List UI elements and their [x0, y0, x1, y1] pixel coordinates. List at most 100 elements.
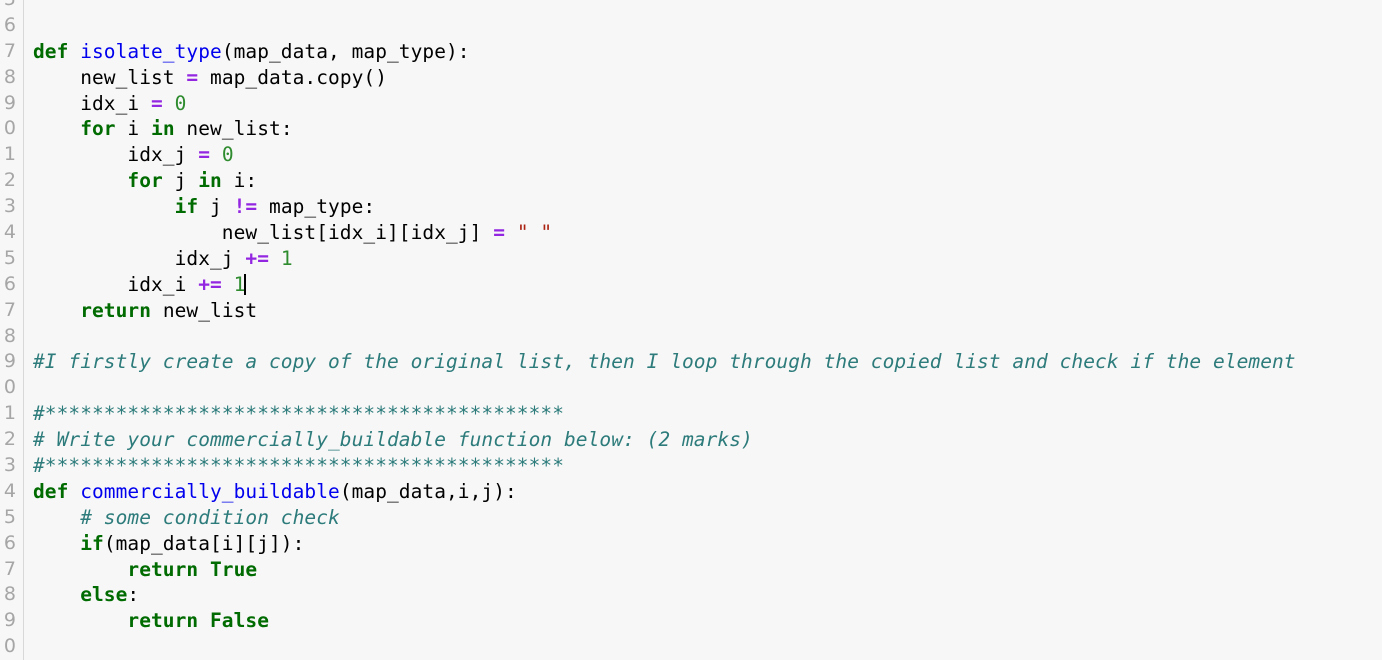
code-line[interactable]: 3 #**************************************… [0, 453, 1382, 479]
code-line[interactable]: 7 return new_list [0, 298, 1382, 324]
code-token-kw: in [198, 169, 222, 193]
code-line[interactable]: 9 idx_i = 0 [0, 91, 1382, 117]
code-token-plain: (map_data[i][j]): [103, 531, 305, 555]
code-token-cmt: # Write your commercially_buildable func… [33, 428, 753, 452]
code-token-num: 0 [174, 91, 187, 115]
code-line[interactable]: 1 #**************************************… [0, 401, 1382, 427]
code-line-text[interactable]: idx_i = 0 [33, 91, 186, 117]
code-editor[interactable]: 5"67def isolate_type(map_data, map_type)… [0, 0, 1382, 660]
code-line[interactable]: 3 if j != map_type: [0, 194, 1382, 220]
line-number: 2 [3, 428, 16, 451]
line-number: 0 [3, 376, 16, 399]
code-token-plain: : [127, 583, 140, 607]
code-line[interactable]: 5 # some condition check [0, 505, 1382, 531]
code-token-kw: for [80, 117, 116, 141]
line-number: 4 [3, 479, 16, 502]
line-number: 6 [3, 272, 16, 295]
code-line-text[interactable]: return False [33, 608, 269, 634]
code-line-text[interactable]: " [33, 0, 45, 13]
line-number: 8 [3, 65, 16, 88]
code-token-plain: idx_j [33, 246, 246, 270]
code-line[interactable]: 5 idx_j += 1 [0, 246, 1382, 272]
code-line[interactable]: 2 for j in i: [0, 168, 1382, 194]
code-token-plain: j [198, 195, 234, 219]
code-line[interactable]: 7 def isolate_type(map_data, map_type): [0, 39, 1382, 65]
code-line-text[interactable]: if j != map_type: [33, 194, 376, 220]
line-number: 0 [3, 635, 16, 658]
code-line-text[interactable]: def isolate_type(map_data, map_type): [33, 39, 470, 65]
line-number: 0 [3, 117, 16, 140]
code-token-kw: if [80, 531, 104, 555]
code-line-text[interactable]: else: [33, 582, 139, 608]
code-line[interactable]: 5" [0, 0, 1382, 13]
code-line[interactable]: 4 def commercially_buildable(map_data,i,j… [0, 479, 1382, 505]
code-token-op: != [233, 195, 258, 219]
line-number: 3 [3, 454, 16, 477]
code-token-kw: def [33, 39, 81, 63]
code-text-area[interactable]: 5"67def isolate_type(map_data, map_type)… [0, 0, 1382, 660]
code-token-op: = [493, 221, 506, 245]
code-line-text[interactable]: for j in i: [33, 168, 257, 194]
code-line-text[interactable]: new_list = map_data.copy() [33, 65, 387, 91]
code-line-text[interactable]: #I firstly create a copy of the original… [33, 349, 1296, 375]
code-token-kw: return False [127, 609, 270, 633]
code-token-plain: idx_i [33, 272, 199, 296]
code-line-text[interactable]: return True [33, 557, 257, 583]
code-token-kw: else [80, 583, 128, 607]
code-line[interactable]: 0 [0, 634, 1382, 660]
code-line[interactable]: 6 idx_i += 1 [0, 272, 1382, 298]
code-line[interactable]: 0 [0, 375, 1382, 401]
code-line[interactable]: 6 if(map_data[i][j]): [0, 531, 1382, 557]
code-line-text[interactable]: idx_i += 1 [33, 272, 247, 298]
code-line-text[interactable]: # Write your commercially_buildable func… [33, 427, 753, 453]
code-token-plain: map_data.copy() [198, 65, 388, 89]
code-line[interactable]: 6 [0, 13, 1382, 39]
line-number: 9 [3, 609, 16, 632]
code-token-plain: new_list [33, 65, 187, 89]
code-line[interactable]: 8 else: [0, 582, 1382, 608]
code-line-text[interactable]: idx_j += 1 [33, 246, 293, 272]
line-number: 5 [0, 0, 16, 13]
code-token-kw: return True [127, 557, 258, 581]
code-line[interactable]: 1 idx_j = 0 [0, 142, 1382, 168]
code-line-text[interactable]: for i in new_list: [33, 116, 293, 142]
code-line-text[interactable]: #***************************************… [33, 453, 564, 479]
code-line-text[interactable]: # some condition check [33, 505, 340, 531]
code-line[interactable]: 8 new_list = map_data.copy() [0, 65, 1382, 91]
code-line-text[interactable]: idx_j = 0 [33, 142, 234, 168]
code-line-text[interactable]: def commercially_buildable(map_data,i,j)… [33, 479, 517, 505]
code-line[interactable]: 9 #I firstly create a copy of the origina… [0, 349, 1382, 375]
code-token-kw: return [80, 298, 152, 322]
code-token-cmt: # some condition check [80, 505, 340, 529]
line-number: 5 [3, 246, 16, 269]
text-caret [244, 273, 247, 295]
code-token-plain: i [115, 117, 152, 141]
line-number: 3 [3, 195, 16, 218]
code-line[interactable]: 2 # Write your commercially_buildable fun… [0, 427, 1382, 453]
line-number: 5 [3, 505, 16, 528]
code-token-plain: new_list: [174, 117, 293, 141]
code-line[interactable]: 0 for i in new_list: [0, 116, 1382, 142]
code-line[interactable]: 7 return True [0, 557, 1382, 583]
code-line[interactable]: 8 [0, 324, 1382, 350]
code-line-text[interactable]: #***************************************… [33, 401, 564, 427]
code-line[interactable]: 9 return False [0, 608, 1382, 634]
code-token-fn: isolate_type [80, 39, 222, 63]
code-token-op: = [151, 91, 163, 115]
code-line-text[interactable]: if(map_data[i][j]): [33, 531, 304, 557]
code-token-op: = [186, 65, 199, 89]
code-token-plain: new_list [151, 298, 258, 322]
code-line[interactable]: 4 new_list[idx_i][idx_j] = " " [0, 220, 1382, 246]
code-line-text[interactable]: return new_list [33, 298, 257, 324]
line-number: 8 [3, 324, 16, 347]
line-number: 1 [3, 402, 16, 425]
code-line-text[interactable]: new_list[idx_i][idx_j] = " " [33, 220, 552, 246]
